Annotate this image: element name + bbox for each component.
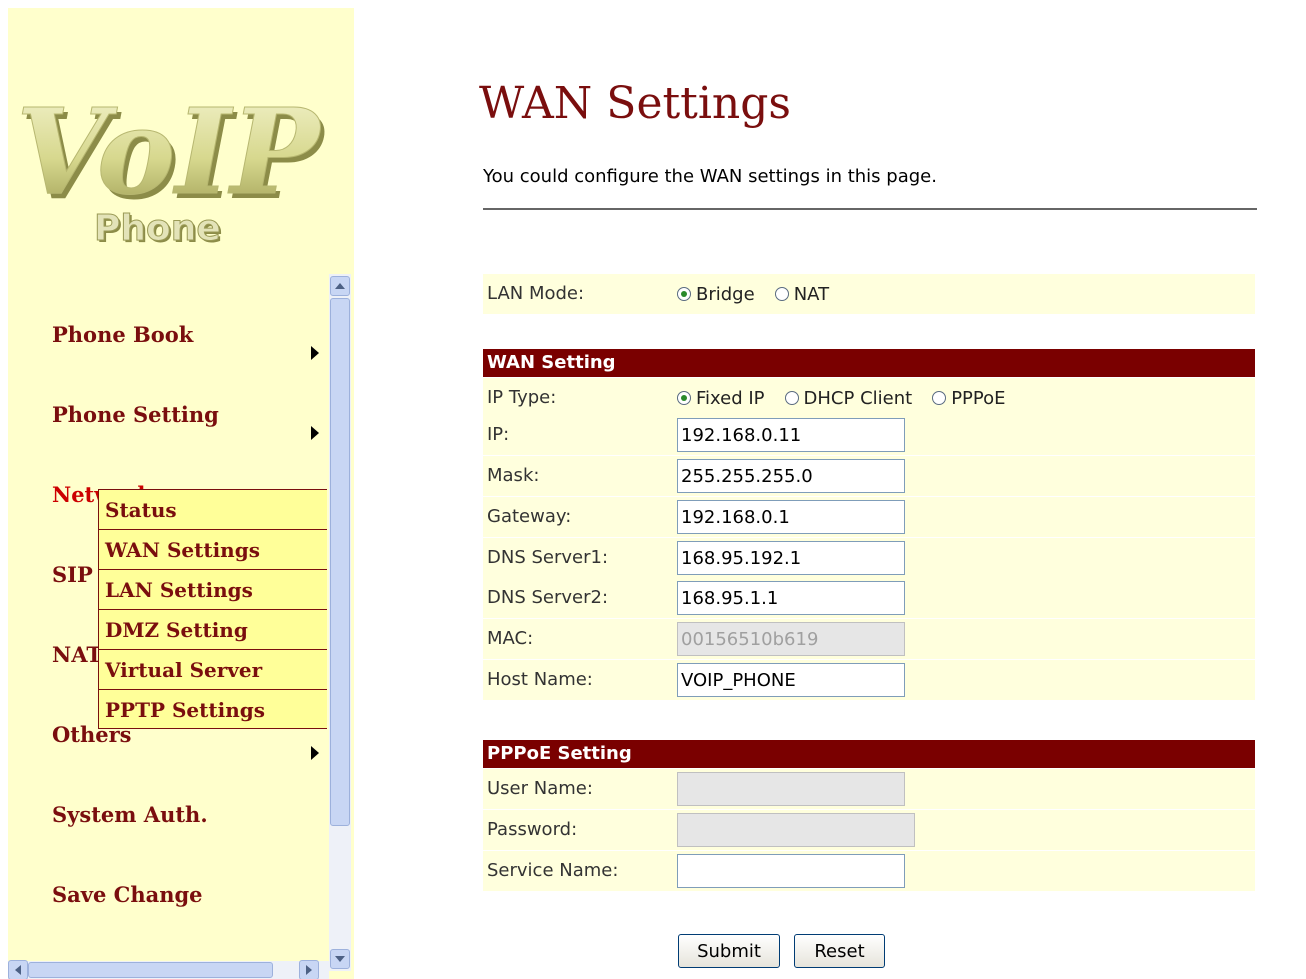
nav-sip[interactable]: SIP	[52, 562, 93, 587]
ip-type-fixed-radio[interactable]	[677, 391, 691, 405]
lan-mode-nat-option[interactable]: NAT	[774, 283, 830, 305]
ip-type-pppoe-label: PPPoE	[951, 387, 1006, 409]
submenu-pptp-settings[interactable]: PPTP Settings	[99, 689, 327, 729]
submenu-virtual-server[interactable]: Virtual Server	[99, 649, 327, 689]
host-name-row: Host Name:	[483, 660, 1255, 700]
phone-book-expand-arrow-icon[interactable]	[311, 346, 319, 360]
ip-type-dhcp-label: DHCP Client	[803, 387, 913, 409]
gateway-label: Gateway:	[487, 506, 572, 527]
reset-button[interactable]: Reset	[794, 934, 885, 968]
dns-server1-row: DNS Server1:	[483, 538, 1255, 578]
mask-input[interactable]	[677, 459, 905, 493]
pppoe-setting-header: PPPoE Setting	[483, 740, 1255, 768]
password-input	[677, 813, 915, 847]
lan-mode-nat-label: NAT	[793, 283, 830, 305]
page-description: You could configure the WAN settings in …	[483, 166, 937, 187]
nav-phone-setting[interactable]: Phone Setting	[52, 402, 219, 427]
others-expand-arrow-icon[interactable]	[311, 746, 319, 760]
lan-mode-bridge-label: Bridge	[696, 283, 755, 305]
scroll-down-arrow-icon	[335, 956, 345, 962]
user-name-row: User Name:	[483, 769, 1255, 809]
ip-type-fixed-option[interactable]: Fixed IP	[677, 388, 765, 409]
lan-mode-bridge-option[interactable]: Bridge	[677, 284, 755, 305]
ip-input[interactable]	[677, 418, 905, 452]
mask-row: Mask:	[483, 456, 1255, 496]
ip-label: IP:	[487, 424, 510, 445]
scroll-right-button[interactable]	[299, 960, 319, 979]
nav-save-change[interactable]: Save Change	[52, 882, 203, 907]
ip-row: IP:	[483, 415, 1255, 455]
gateway-input[interactable]	[677, 500, 905, 534]
ip-type-dhcp-radio[interactable]	[784, 391, 799, 405]
lan-mode-nat-radio[interactable]	[774, 287, 789, 301]
ip-type-row: IP Type: Fixed IP DHCP Client PPPoE	[483, 378, 1255, 418]
nav-phone-book[interactable]: Phone Book	[52, 322, 193, 347]
ip-type-fixed-label: Fixed IP	[696, 387, 765, 409]
lan-mode-label: LAN Mode:	[487, 283, 585, 304]
dns-server1-label: DNS Server1:	[487, 547, 609, 568]
ip-type-pppoe-option[interactable]: PPPoE	[932, 387, 1006, 409]
network-submenu: Status WAN Settings LAN Settings DMZ Set…	[98, 489, 327, 729]
nav-system-auth[interactable]: System Auth.	[52, 802, 208, 827]
dns-server2-row: DNS Server2:	[483, 578, 1255, 618]
ip-type-dhcp-option[interactable]: DHCP Client	[784, 387, 913, 409]
ip-type-radio-group: Fixed IP DHCP Client PPPoE	[677, 378, 1026, 418]
vertical-scroll-thumb[interactable]	[330, 298, 350, 826]
scroll-down-button[interactable]	[330, 949, 350, 969]
scroll-up-button[interactable]	[330, 276, 350, 296]
page-title: WAN Settings	[479, 78, 791, 129]
voip-phone-logo: VoIP VoIP Phone Phone	[16, 82, 327, 252]
service-name-row: Service Name:	[483, 851, 1255, 891]
title-divider	[483, 208, 1257, 210]
scroll-right-arrow-icon	[306, 965, 312, 975]
service-name-input[interactable]	[677, 854, 905, 888]
navigation-frame: VoIP VoIP Phone Phone Phone Book Phone S…	[8, 8, 354, 979]
password-row: Password:	[483, 810, 1255, 850]
password-label: Password:	[487, 819, 578, 840]
horizontal-scrollbar[interactable]	[8, 960, 329, 979]
gateway-row: Gateway:	[483, 497, 1255, 537]
dns-server2-input[interactable]	[677, 581, 905, 615]
horizontal-scroll-thumb[interactable]	[28, 962, 273, 978]
user-name-label: User Name:	[487, 778, 593, 799]
ip-type-pppoe-radio[interactable]	[932, 391, 947, 405]
scroll-left-button[interactable]	[8, 960, 28, 979]
mac-label: MAC:	[487, 628, 534, 649]
mask-label: Mask:	[487, 465, 540, 486]
svg-text:Phone: Phone	[94, 208, 221, 249]
lan-mode-radio-group: Bridge NAT	[677, 274, 849, 314]
ip-type-label: IP Type:	[487, 387, 557, 408]
submit-button[interactable]: Submit	[678, 934, 780, 968]
service-name-label: Service Name:	[487, 860, 619, 881]
submenu-dmz-setting[interactable]: DMZ Setting	[99, 609, 327, 649]
submenu-wan-settings[interactable]: WAN Settings	[99, 529, 327, 569]
vertical-scrollbar[interactable]	[329, 274, 351, 971]
phone-setting-expand-arrow-icon[interactable]	[311, 426, 319, 440]
dns-server2-label: DNS Server2:	[487, 587, 609, 608]
submenu-lan-settings[interactable]: LAN Settings	[99, 569, 327, 609]
submenu-status[interactable]: Status	[99, 489, 327, 529]
svg-text:VoIP: VoIP	[16, 82, 323, 221]
user-name-input	[677, 772, 905, 806]
lan-mode-bridge-radio[interactable]	[677, 287, 691, 301]
scroll-up-arrow-icon	[335, 283, 345, 289]
mac-input	[677, 622, 905, 656]
wan-setting-header: WAN Setting	[483, 349, 1255, 377]
mac-row: MAC:	[483, 619, 1255, 659]
host-name-input[interactable]	[677, 663, 905, 697]
dns-server1-input[interactable]	[677, 541, 905, 575]
lan-mode-row: LAN Mode: Bridge NAT	[483, 274, 1255, 314]
host-name-label: Host Name:	[487, 669, 593, 690]
scroll-left-arrow-icon	[15, 965, 21, 975]
nav-nat[interactable]: NAT	[52, 642, 102, 667]
